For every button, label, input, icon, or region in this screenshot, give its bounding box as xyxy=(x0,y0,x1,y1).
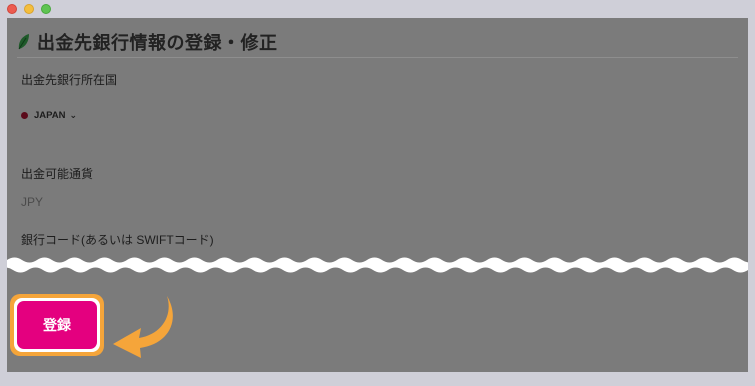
chevron-down-icon: ⌄ xyxy=(69,110,78,120)
leaf-icon xyxy=(18,33,29,49)
minimize-window-icon[interactable] xyxy=(24,4,34,14)
title-bar xyxy=(0,0,755,18)
currency-value: JPY xyxy=(21,195,44,209)
country-label: 出金先銀行所在国 xyxy=(21,73,118,87)
bank-code-label: 銀行コード(あるいは SWIFTコード) xyxy=(21,233,214,247)
page-title: 出金先銀行情報の登録・修正 xyxy=(37,32,278,53)
page-content: 出金先銀行情報の登録・修正 出金先銀行所在国 JAPAN ⌄ 出金可能通貨 JP… xyxy=(7,18,748,372)
pointer-arrow-icon xyxy=(113,296,173,358)
country-select[interactable]: JAPAN ⌄ xyxy=(21,110,77,121)
flag-dot-icon xyxy=(21,112,28,119)
register-button-ring: 登録 xyxy=(14,298,100,352)
register-button-highlight: 登録 xyxy=(10,294,104,356)
app-window: 出金先銀行情報の登録・修正 出金先銀行所在国 JAPAN ⌄ 出金可能通貨 JP… xyxy=(0,0,755,386)
close-window-icon[interactable] xyxy=(7,4,17,14)
country-value: JAPAN xyxy=(34,110,66,121)
page-header: 出金先銀行情報の登録・修正 xyxy=(17,26,738,58)
register-button[interactable]: 登録 xyxy=(17,301,97,349)
currency-label: 出金可能通貨 xyxy=(21,167,94,181)
maximize-window-icon[interactable] xyxy=(41,4,51,14)
content-break-wave xyxy=(7,257,748,273)
